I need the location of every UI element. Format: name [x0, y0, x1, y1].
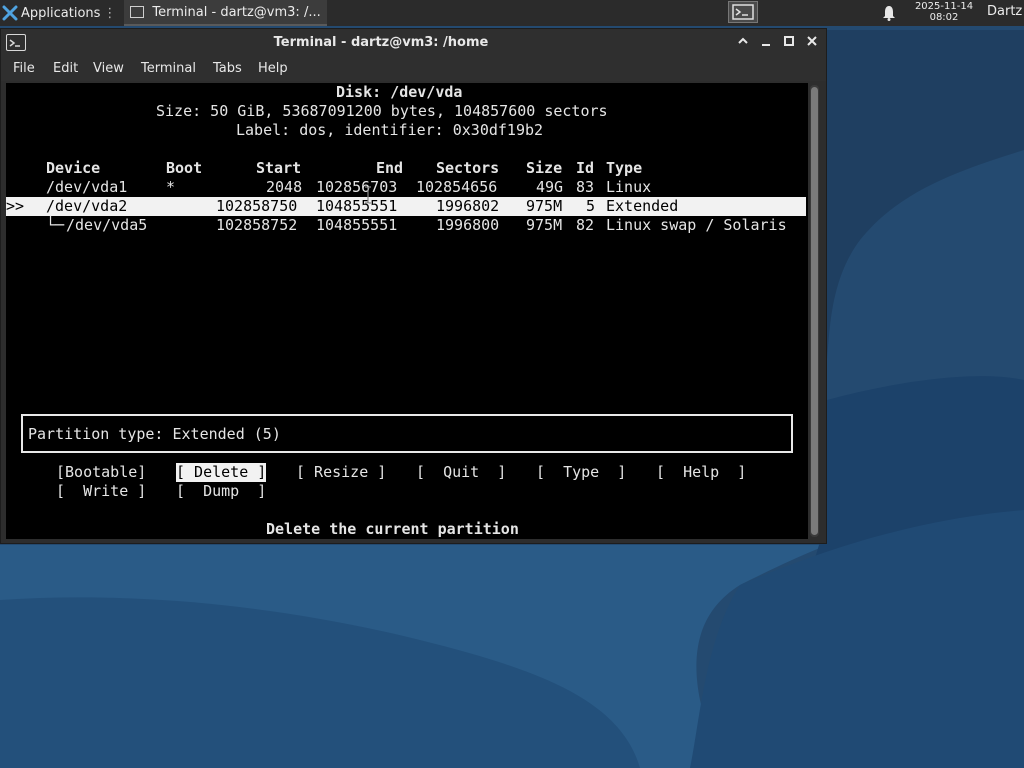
row-start: 102858752 [216, 216, 298, 234]
menu-edit[interactable]: Edit [53, 61, 78, 76]
row-size: 975M [526, 197, 563, 215]
menu-file[interactable]: File [13, 61, 35, 76]
row-sectors: 102854656 [416, 178, 498, 196]
terminal-icon [130, 6, 145, 18]
tree-branch-icon: └─ [46, 216, 65, 234]
applications-menu[interactable]: Applications ⋮ [0, 0, 118, 26]
menu-dots-icon: ⋮ [103, 5, 117, 21]
header-start: Start [256, 159, 302, 177]
row-type: Linux [606, 178, 652, 196]
row-sectors: 1996800 [436, 216, 500, 234]
menu-help[interactable]: Help [258, 61, 288, 76]
maximize-icon [784, 36, 794, 46]
notification-bell-icon[interactable] [882, 5, 896, 21]
delete-button[interactable]: [ Delete ] [176, 463, 267, 482]
header-device: Device [46, 159, 101, 177]
row-type: Extended [606, 197, 679, 215]
minimize-button[interactable] [756, 33, 776, 53]
terminal-scrollbar[interactable] [810, 85, 819, 537]
menu-tabs[interactable]: Tabs [213, 61, 242, 76]
header-end: End [376, 159, 404, 177]
terminal-content[interactable]: Disk: /dev/vda Size: 50 GiB, 53687091200… [6, 83, 808, 539]
quit-button[interactable]: [ Quit ] [416, 463, 506, 482]
menubar: File Edit View Terminal Tabs Help [1, 57, 826, 81]
row-id: 82 [576, 216, 595, 234]
disk-name: Disk: /dev/vda [336, 83, 463, 101]
row-id: 5 [586, 197, 596, 215]
clock-date: 2025-11-14 [914, 1, 974, 12]
row-end: 104855551 [316, 197, 398, 215]
dump-button[interactable]: [ Dump ] [176, 482, 266, 501]
row-start: 2048 [266, 178, 303, 196]
menu-view[interactable]: View [93, 61, 124, 76]
disk-size: Size: 50 GiB, 53687091200 bytes, 1048576… [156, 102, 608, 120]
write-button[interactable]: [ Write ] [56, 482, 146, 501]
applications-label: Applications [21, 5, 101, 21]
header-sectors: Sectors [436, 159, 500, 177]
minimize-icon [762, 44, 770, 46]
shade-button[interactable] [733, 33, 753, 53]
row-device: /dev/vda2 [46, 197, 128, 215]
disk-label: Label: dos, identifier: 0x30df19b2 [236, 121, 544, 139]
close-icon [807, 36, 817, 46]
row-size: 975M [526, 216, 563, 234]
row-end: 104855551 [316, 216, 398, 234]
row-boot: * [166, 178, 176, 196]
row-id: 83 [576, 178, 595, 196]
partition-type-info: Partition type: Extended (5) [28, 425, 281, 443]
terminal-launcher-icon [732, 4, 754, 20]
row-type: Linux swap / Solaris [606, 216, 787, 234]
selected-partition-row[interactable]: >> /dev/vda2 102858750 104855551 1996802… [6, 197, 806, 216]
header-size: Size [526, 159, 563, 177]
user-menu[interactable]: Dartz [987, 4, 1022, 19]
header-id: Id [576, 159, 595, 177]
chevron-up-icon [738, 37, 748, 44]
terminal-window: Terminal - dartz@vm3: /home File Edit Vi… [0, 28, 827, 544]
bootable-button[interactable]: [Bootable] [56, 463, 146, 482]
clock-time: 08:02 [929, 12, 959, 23]
row-end: 102856703 [316, 178, 398, 196]
xfce-logo-icon [2, 5, 18, 21]
taskbar-terminal-label: Terminal - dartz@vm3: /... [152, 4, 321, 20]
row-sectors: 1996802 [436, 197, 500, 215]
row-size: 49G [536, 178, 564, 196]
action-hint: Delete the current partition [266, 520, 519, 538]
maximize-button[interactable] [779, 33, 799, 53]
clock[interactable]: 2025-11-14 08:02 [906, 1, 982, 23]
close-button[interactable] [802, 33, 822, 53]
taskbar-terminal-button[interactable]: Terminal - dartz@vm3: /... [124, 0, 327, 26]
header-type: Type [606, 159, 643, 177]
window-title: Terminal - dartz@vm3: /home [273, 35, 489, 50]
text-cursor-icon [365, 186, 371, 204]
header-boot: Boot [166, 159, 203, 177]
row-device: /dev/vda1 [46, 178, 128, 196]
resize-button[interactable]: [ Resize ] [296, 463, 386, 482]
top-panel: Applications ⋮ Terminal - dartz@vm3: /..… [0, 0, 1024, 26]
workspace-switcher-button[interactable] [728, 1, 758, 23]
help-button[interactable]: [ Help ] [656, 463, 746, 482]
menu-terminal[interactable]: Terminal [141, 61, 196, 76]
row-device: /dev/vda5 [66, 216, 148, 234]
row-start: 102858750 [216, 197, 298, 215]
window-titlebar[interactable]: Terminal - dartz@vm3: /home [1, 29, 826, 57]
scrollbar-thumb[interactable] [811, 87, 818, 535]
row-selection-marker: >> [6, 197, 25, 215]
type-button[interactable]: [ Type ] [536, 463, 626, 482]
partition-info-box: Partition type: Extended (5) [21, 414, 793, 453]
